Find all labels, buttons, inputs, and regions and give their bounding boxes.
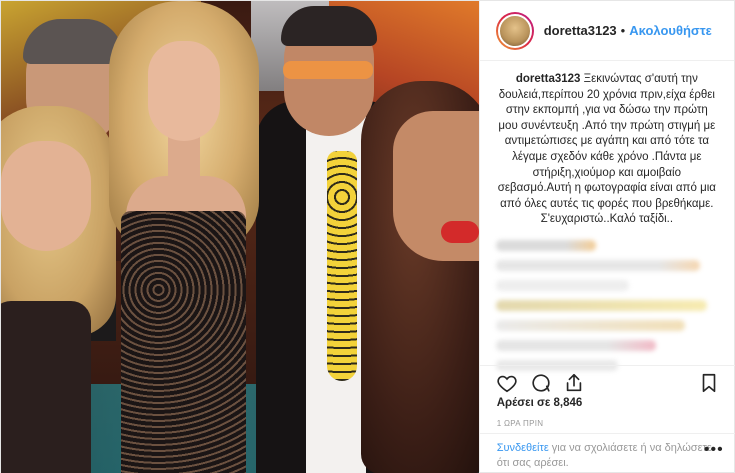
person-4-hair: [281, 6, 377, 46]
login-prompt: Συνδεθείτε για να σχολιάσετε ή να δηλώσε…: [479, 433, 735, 473]
blurred-comment: [495, 339, 656, 351]
instagram-post: doretta3123 • Ακολουθήστε doretta3123 Ξε…: [0, 0, 735, 473]
person-1-body: [1, 301, 91, 473]
post-header: doretta3123 • Ακολουθήστε: [479, 1, 734, 61]
blurred-comment: [495, 259, 701, 271]
blurred-comment: [495, 299, 707, 311]
person-1-face: [1, 141, 91, 251]
header-username[interactable]: doretta3123: [544, 23, 617, 38]
heart-icon[interactable]: [496, 372, 518, 394]
comment-icon[interactable]: [530, 372, 552, 394]
post-sidebar: doretta3123 • Ακολουθήστε doretta3123 Ξε…: [478, 1, 735, 473]
avatar: [497, 13, 532, 48]
header-separator: •: [620, 23, 626, 38]
caption-text: Ξεκινώντας σ'αυτή την δουλειά,περίπου 20…: [497, 73, 716, 226]
post-actions-bar: [479, 365, 735, 395]
person-3-face: [148, 41, 220, 141]
share-icon[interactable]: [563, 372, 585, 394]
blurred-comment: [495, 319, 685, 331]
person-4-glasses: [283, 61, 373, 79]
post-caption: doretta3123 Ξεκινώντας σ'αυτή την δουλει…: [480, 61, 734, 228]
follow-button[interactable]: Ακολουθήστε: [629, 23, 712, 38]
post-timestamp[interactable]: 1 ΩΡΑ ΠΡΙΝ: [497, 419, 544, 428]
person-2-hair: [23, 19, 123, 64]
person-3-neck: [168, 136, 200, 196]
avatar-story-ring[interactable]: [495, 11, 534, 50]
caption-username[interactable]: doretta3123: [516, 73, 581, 85]
bookmark-icon[interactable]: [698, 372, 720, 394]
blurred-comment: [495, 239, 596, 251]
person-4-tie: [327, 151, 357, 381]
more-options-icon[interactable]: •••: [704, 442, 724, 458]
post-photo[interactable]: [1, 1, 479, 473]
login-link[interactable]: Συνδεθείτε: [497, 442, 549, 454]
blurred-comments: [480, 228, 734, 380]
person-3-dress: [121, 211, 246, 473]
person-5-lips: [441, 221, 479, 243]
blurred-comment: [495, 279, 630, 291]
likes-count[interactable]: Αρέσει σε 8,846: [497, 397, 583, 409]
